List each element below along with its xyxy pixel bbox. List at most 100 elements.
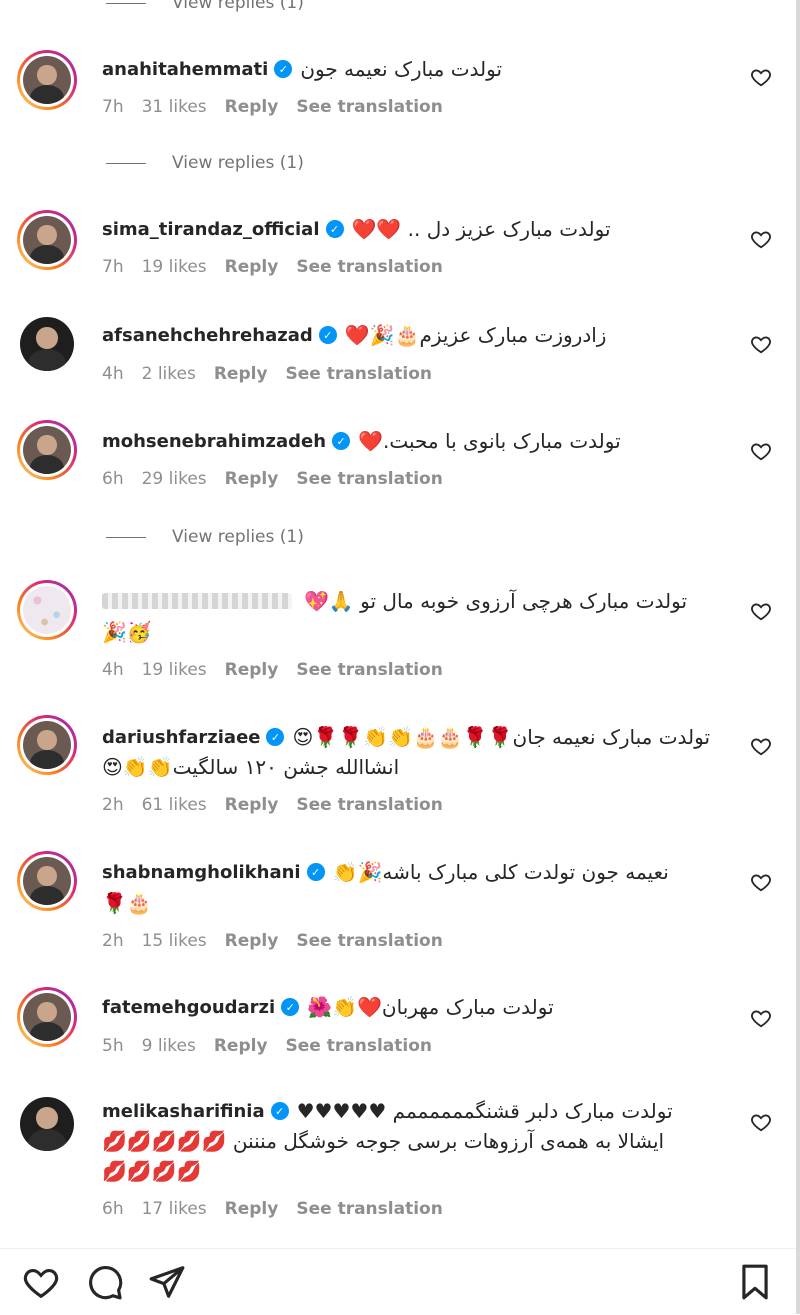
username[interactable]: afsanehchehrehazad	[102, 325, 313, 346]
avatar[interactable]	[17, 715, 77, 775]
username[interactable]: mohsenebrahimzadeh	[102, 431, 326, 452]
like-count[interactable]: 17 likes	[142, 1199, 207, 1219]
heart-icon[interactable]	[750, 600, 772, 622]
username-blurred[interactable]	[102, 593, 292, 609]
reply-button[interactable]: Reply	[225, 97, 279, 117]
heart-icon[interactable]	[750, 440, 772, 462]
view-replies-label[interactable]: View replies (1)	[172, 153, 304, 173]
comment-bubble-icon[interactable]	[86, 1263, 124, 1301]
comment-time: 2h	[102, 795, 124, 815]
like-count[interactable]: 19 likes	[142, 257, 207, 277]
comment-text: تولدت مبارک نعیمه جون	[300, 57, 503, 81]
avatar[interactable]	[17, 420, 77, 480]
comment-text-line2: انشاالله جشن ۱۲۰ سالگیت👏👏😍	[102, 755, 400, 779]
reply-button[interactable]: Reply	[225, 931, 279, 951]
comment-text-line2: ایشالا به همه‌ی آرزوهات برسی جوجه خوشگل …	[102, 1129, 665, 1153]
comment-text-line2: 🎉🥳	[102, 620, 152, 644]
see-translation-button[interactable]: See translation	[296, 469, 442, 489]
reply-button[interactable]: Reply	[225, 795, 279, 815]
heart-icon[interactable]	[750, 1111, 772, 1133]
comment-time: 6h	[102, 469, 124, 489]
reply-button[interactable]: Reply	[225, 660, 279, 680]
comment-text: تولدت مبارک مهربان❤️👏🌺	[307, 995, 554, 1019]
heart-icon[interactable]	[750, 66, 772, 88]
view-replies[interactable]: View replies (1)	[106, 522, 304, 552]
view-replies-label[interactable]: View replies (1)	[172, 0, 304, 13]
see-translation-button[interactable]: See translation	[296, 795, 442, 815]
comment-text: تولدت مبارک بانوی با محبت.❤️	[358, 429, 621, 453]
comment-text: تولدت مبارک دلبر قشنگممممممم ♥♥♥♥♥	[296, 1099, 673, 1123]
reply-button[interactable]: Reply	[225, 257, 279, 277]
heart-icon[interactable]	[750, 333, 772, 355]
see-translation-button[interactable]: See translation	[296, 931, 442, 951]
heart-icon[interactable]	[750, 871, 772, 893]
view-replies-label[interactable]: View replies (1)	[172, 527, 304, 547]
verified-icon: ✓	[318, 326, 337, 344]
comment-text-line2: 🌹🎂	[102, 891, 152, 915]
username[interactable]: anahitahemmati	[102, 59, 268, 80]
comment-text: نعیمه جون تولدت کلی مبارک باشه🎉👏	[332, 860, 669, 884]
like-count[interactable]: 15 likes	[142, 931, 207, 951]
verified-icon: ✓	[306, 863, 325, 881]
share-paper-plane-icon[interactable]	[148, 1263, 186, 1301]
divider-line	[106, 2, 146, 4]
heart-icon[interactable]	[750, 228, 772, 250]
reply-button[interactable]: Reply	[214, 364, 268, 384]
like-count[interactable]: 61 likes	[142, 795, 207, 815]
post-action-bar	[0, 1248, 796, 1315]
comment-text: تولدت مبارک هرچی آرزوی خوبه مال تو 🙏💖	[304, 589, 688, 613]
verified-icon: ✓	[270, 1102, 289, 1120]
avatar[interactable]	[20, 1097, 74, 1151]
comment-time: 7h	[102, 97, 124, 117]
like-count[interactable]: 29 likes	[142, 469, 207, 489]
comment-text-line3: 💋💋💋💋	[102, 1159, 202, 1183]
reply-button[interactable]: Reply	[225, 1199, 279, 1219]
avatar[interactable]	[17, 987, 77, 1047]
verified-icon: ✓	[281, 998, 300, 1016]
avatar[interactable]	[20, 317, 74, 371]
divider-line	[106, 162, 146, 164]
like-count[interactable]: 9 likes	[142, 1036, 196, 1056]
view-replies[interactable]: View replies (1)	[106, 148, 304, 178]
heart-icon[interactable]	[750, 1007, 772, 1029]
like-count[interactable]: 31 likes	[142, 97, 207, 117]
view-replies-partial[interactable]: View replies (1)	[106, 0, 304, 18]
like-count[interactable]: 19 likes	[142, 660, 207, 680]
verified-icon: ✓	[266, 728, 285, 746]
username[interactable]: shabnamgholikhani	[102, 862, 301, 883]
username[interactable]: melikasharifinia	[102, 1101, 265, 1122]
username[interactable]: dariushfarziaee	[102, 727, 260, 748]
like-heart-icon[interactable]	[22, 1263, 60, 1301]
see-translation-button[interactable]: See translation	[296, 660, 442, 680]
comment-time: 2h	[102, 931, 124, 951]
comment-text: تولدت مبارک عزیز دل .. ❤️❤️	[351, 217, 611, 241]
username[interactable]: sima_tirandaz_official	[102, 219, 320, 240]
bookmark-icon[interactable]	[736, 1263, 774, 1301]
verified-icon: ✓	[332, 432, 351, 450]
comment-time: 7h	[102, 257, 124, 277]
see-translation-button[interactable]: See translation	[286, 364, 432, 384]
see-translation-button[interactable]: See translation	[286, 1036, 432, 1056]
window-edge	[796, 0, 800, 1314]
comment-time: 6h	[102, 1199, 124, 1219]
avatar[interactable]	[17, 580, 77, 640]
comment-time: 4h	[102, 364, 124, 384]
username[interactable]: fatemehgoudarzi	[102, 997, 275, 1018]
verified-icon: ✓	[274, 60, 293, 78]
verified-icon: ✓	[325, 220, 344, 238]
comment-time: 4h	[102, 660, 124, 680]
like-count[interactable]: 2 likes	[142, 364, 196, 384]
avatar[interactable]	[17, 851, 77, 911]
avatar[interactable]	[17, 50, 77, 110]
see-translation-button[interactable]: See translation	[296, 1199, 442, 1219]
heart-icon[interactable]	[750, 735, 772, 757]
reply-button[interactable]: Reply	[225, 469, 279, 489]
see-translation-button[interactable]: See translation	[296, 257, 442, 277]
comment-text: زادروزت مبارک عزیزم🎂🎉❤️	[344, 323, 607, 347]
reply-button[interactable]: Reply	[214, 1036, 268, 1056]
divider-line	[106, 536, 146, 538]
avatar[interactable]	[17, 210, 77, 270]
see-translation-button[interactable]: See translation	[296, 97, 442, 117]
comment-time: 5h	[102, 1036, 124, 1056]
comment-text: تولدت مبارک نعیمه جان🌹🌹🎂🎂👏👏🌹🌹😍	[292, 725, 711, 749]
